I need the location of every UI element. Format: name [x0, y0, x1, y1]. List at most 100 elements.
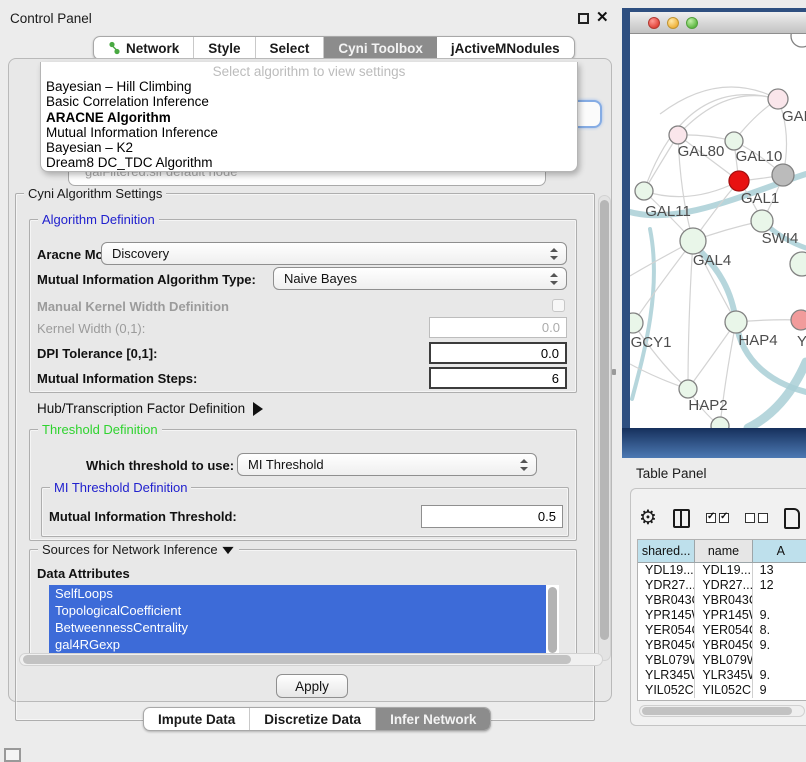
column-header[interactable]: A: [753, 540, 806, 562]
algorithm-dropdown-list: Select algorithm to view settings Bayesi…: [40, 62, 578, 172]
table-row[interactable]: YLR345WYLR345W9.: [638, 668, 806, 683]
network-node-y[interactable]: [791, 310, 806, 330]
mi-steps-value: 6: [552, 371, 559, 386]
unchecked-pair-icon[interactable]: [745, 513, 768, 523]
tab-discretize-data[interactable]: Discretize Data: [250, 708, 376, 730]
node-label: GAL10: [736, 148, 783, 165]
minimize-traffic-light-icon[interactable]: [667, 17, 679, 29]
table-horizontal-scrollbar[interactable]: [639, 705, 805, 717]
apply-button[interactable]: Apply: [276, 674, 348, 698]
network-canvas-svg: GALGAL80GAL10GAL1GAL11SWI4GAL4GCY1HAP4YH…: [630, 34, 806, 428]
tab-style[interactable]: Style: [194, 37, 255, 59]
settings-horizontal-scrollbar[interactable]: [19, 653, 603, 666]
attribute-list-item[interactable]: TopologicalCoefficient: [49, 602, 546, 619]
control-panel-titlebar: Control Panel ✕: [0, 0, 620, 32]
mi-algorithm-type-combo[interactable]: Naive Bayes: [273, 267, 567, 290]
mi-steps-label: Mutual Information Steps:: [37, 371, 197, 386]
network-node[interactable]: [791, 34, 806, 47]
table-row[interactable]: YBR045CYBR045C9.: [638, 638, 806, 653]
tab-impute-data[interactable]: Impute Data: [144, 708, 250, 730]
network-node[interactable]: [711, 417, 729, 428]
network-node-swi4[interactable]: [751, 210, 773, 232]
network-view-window: GALGAL80GAL10GAL1GAL11SWI4GAL4GCY1HAP4YH…: [622, 8, 806, 458]
table-row[interactable]: YPR145WYPR145W9.: [638, 608, 806, 623]
tab-cyni-toolbox[interactable]: Cyni Toolbox: [324, 37, 437, 59]
settings-vertical-scrollbar[interactable]: [598, 195, 611, 661]
table-panel: ⚙ shared...nameAYDL19...YDL19...13YDR27.…: [630, 488, 806, 726]
table-row[interactable]: YER054CYER054C8.: [638, 623, 806, 638]
panel-divider-grip[interactable]: [612, 369, 616, 375]
network-canvas[interactable]: GALGAL80GAL10GAL1GAL11SWI4GAL4GCY1HAP4YH…: [630, 34, 806, 428]
mi-threshold-field[interactable]: 0.5: [421, 505, 563, 528]
table-row[interactable]: YDL19...YDL19...13: [638, 563, 806, 578]
network-window-titlebar[interactable]: [630, 12, 806, 34]
dpi-tolerance-field[interactable]: 0.0: [429, 342, 567, 364]
network-node-gal1[interactable]: [729, 171, 749, 191]
attribute-list-item[interactable]: BetweennessCentrality: [49, 619, 546, 636]
gear-icon[interactable]: ⚙: [639, 508, 657, 528]
kernel-width-value: 0.0: [542, 320, 560, 335]
network-node[interactable]: [790, 252, 806, 276]
threshold-definition-title: Threshold Definition: [38, 422, 162, 437]
manual-kernel-width-checkbox[interactable]: [552, 299, 565, 312]
expanded-arrow-icon: [223, 547, 234, 554]
node-table[interactable]: shared...nameAYDL19...YDL19...13YDR27...…: [637, 539, 806, 701]
attribute-list-item[interactable]: SelfLoops: [49, 585, 546, 602]
close-traffic-light-icon[interactable]: [648, 17, 660, 29]
attribute-list-item[interactable]: gal4RGexp: [49, 636, 546, 653]
collapsed-arrow-icon: [253, 402, 263, 416]
tab-select[interactable]: Select: [256, 37, 325, 59]
data-attributes-label: Data Attributes: [37, 566, 130, 581]
node-label: GAL1: [741, 190, 779, 207]
split-pane-icon[interactable]: [673, 509, 690, 528]
network-node-gal80[interactable]: [669, 126, 687, 144]
network-node-gal4[interactable]: [680, 228, 706, 254]
tab-infer-network[interactable]: Infer Network: [376, 708, 490, 730]
spinner-arrows-icon: [550, 273, 557, 285]
which-threshold-combo[interactable]: MI Threshold: [237, 453, 537, 476]
dropdown-item[interactable]: Bayesian – K2: [41, 140, 577, 155]
dropdown-item[interactable]: Dream8 DC_TDC Algorithm: [41, 155, 577, 170]
network-node-hap2[interactable]: [679, 380, 697, 398]
network-edge: [688, 322, 736, 389]
algorithm-combo-focused-fragment[interactable]: [578, 100, 602, 128]
algorithm-definition-title: Algorithm Definition: [38, 212, 159, 227]
network-node-hap4[interactable]: [725, 311, 747, 333]
hub-factor-section-label[interactable]: Hub/Transcription Factor Definition: [37, 401, 263, 416]
dropdown-item[interactable]: Bayesian – Hill Climbing: [41, 79, 577, 94]
mi-algorithm-type-label: Mutual Information Algorithm Type:: [37, 272, 256, 287]
aracne-mode-combo[interactable]: Discovery: [101, 242, 567, 265]
table-row[interactable]: YBL079WYBL079W: [638, 653, 806, 668]
network-node[interactable]: [772, 164, 794, 186]
column-header[interactable]: name: [695, 540, 752, 562]
network-node-gal[interactable]: [768, 89, 788, 109]
list-scrollbar-thumb[interactable]: [548, 587, 557, 653]
minimized-panel-icon[interactable]: [4, 748, 21, 762]
node-label: HAP4: [738, 332, 777, 349]
dropdown-item[interactable]: ARACNE Algorithm: [41, 110, 577, 125]
node-label: GAL11: [645, 203, 691, 220]
tab-jactivemnodules[interactable]: jActiveMNodules: [437, 37, 574, 59]
sources-title[interactable]: Sources for Network Inference: [38, 542, 239, 557]
float-window-icon[interactable]: [578, 13, 589, 24]
checked-pair-icon[interactable]: [706, 513, 729, 523]
data-attributes-list[interactable]: SelfLoopsTopologicalCoefficientBetweenne…: [49, 585, 559, 657]
zoom-traffic-light-icon[interactable]: [686, 17, 698, 29]
network-node-gcy1[interactable]: [630, 313, 643, 333]
network-node-gal11[interactable]: [635, 182, 653, 200]
network-edge: [633, 241, 693, 323]
table-row[interactable]: YIL052CYIL052C9: [638, 683, 806, 698]
tab-network[interactable]: Network: [94, 37, 194, 59]
mi-steps-field[interactable]: 6: [429, 367, 567, 389]
document-icon[interactable]: [784, 508, 800, 529]
column-header[interactable]: shared...: [638, 540, 695, 562]
network-edge: [678, 96, 778, 135]
table-row[interactable]: YDR27...YDR27...12: [638, 578, 806, 593]
which-threshold-label: Which threshold to use:: [86, 458, 234, 473]
dropdown-item[interactable]: Mutual Information Inference: [41, 125, 577, 140]
close-icon[interactable]: ✕: [596, 8, 609, 26]
kernel-width-field[interactable]: 0.0: [429, 317, 567, 338]
table-row[interactable]: YBR043CYBR043C: [638, 593, 806, 608]
dropdown-item[interactable]: Basic Correlation Inference: [41, 94, 577, 109]
dpi-tolerance-value: 0.0: [541, 346, 559, 361]
